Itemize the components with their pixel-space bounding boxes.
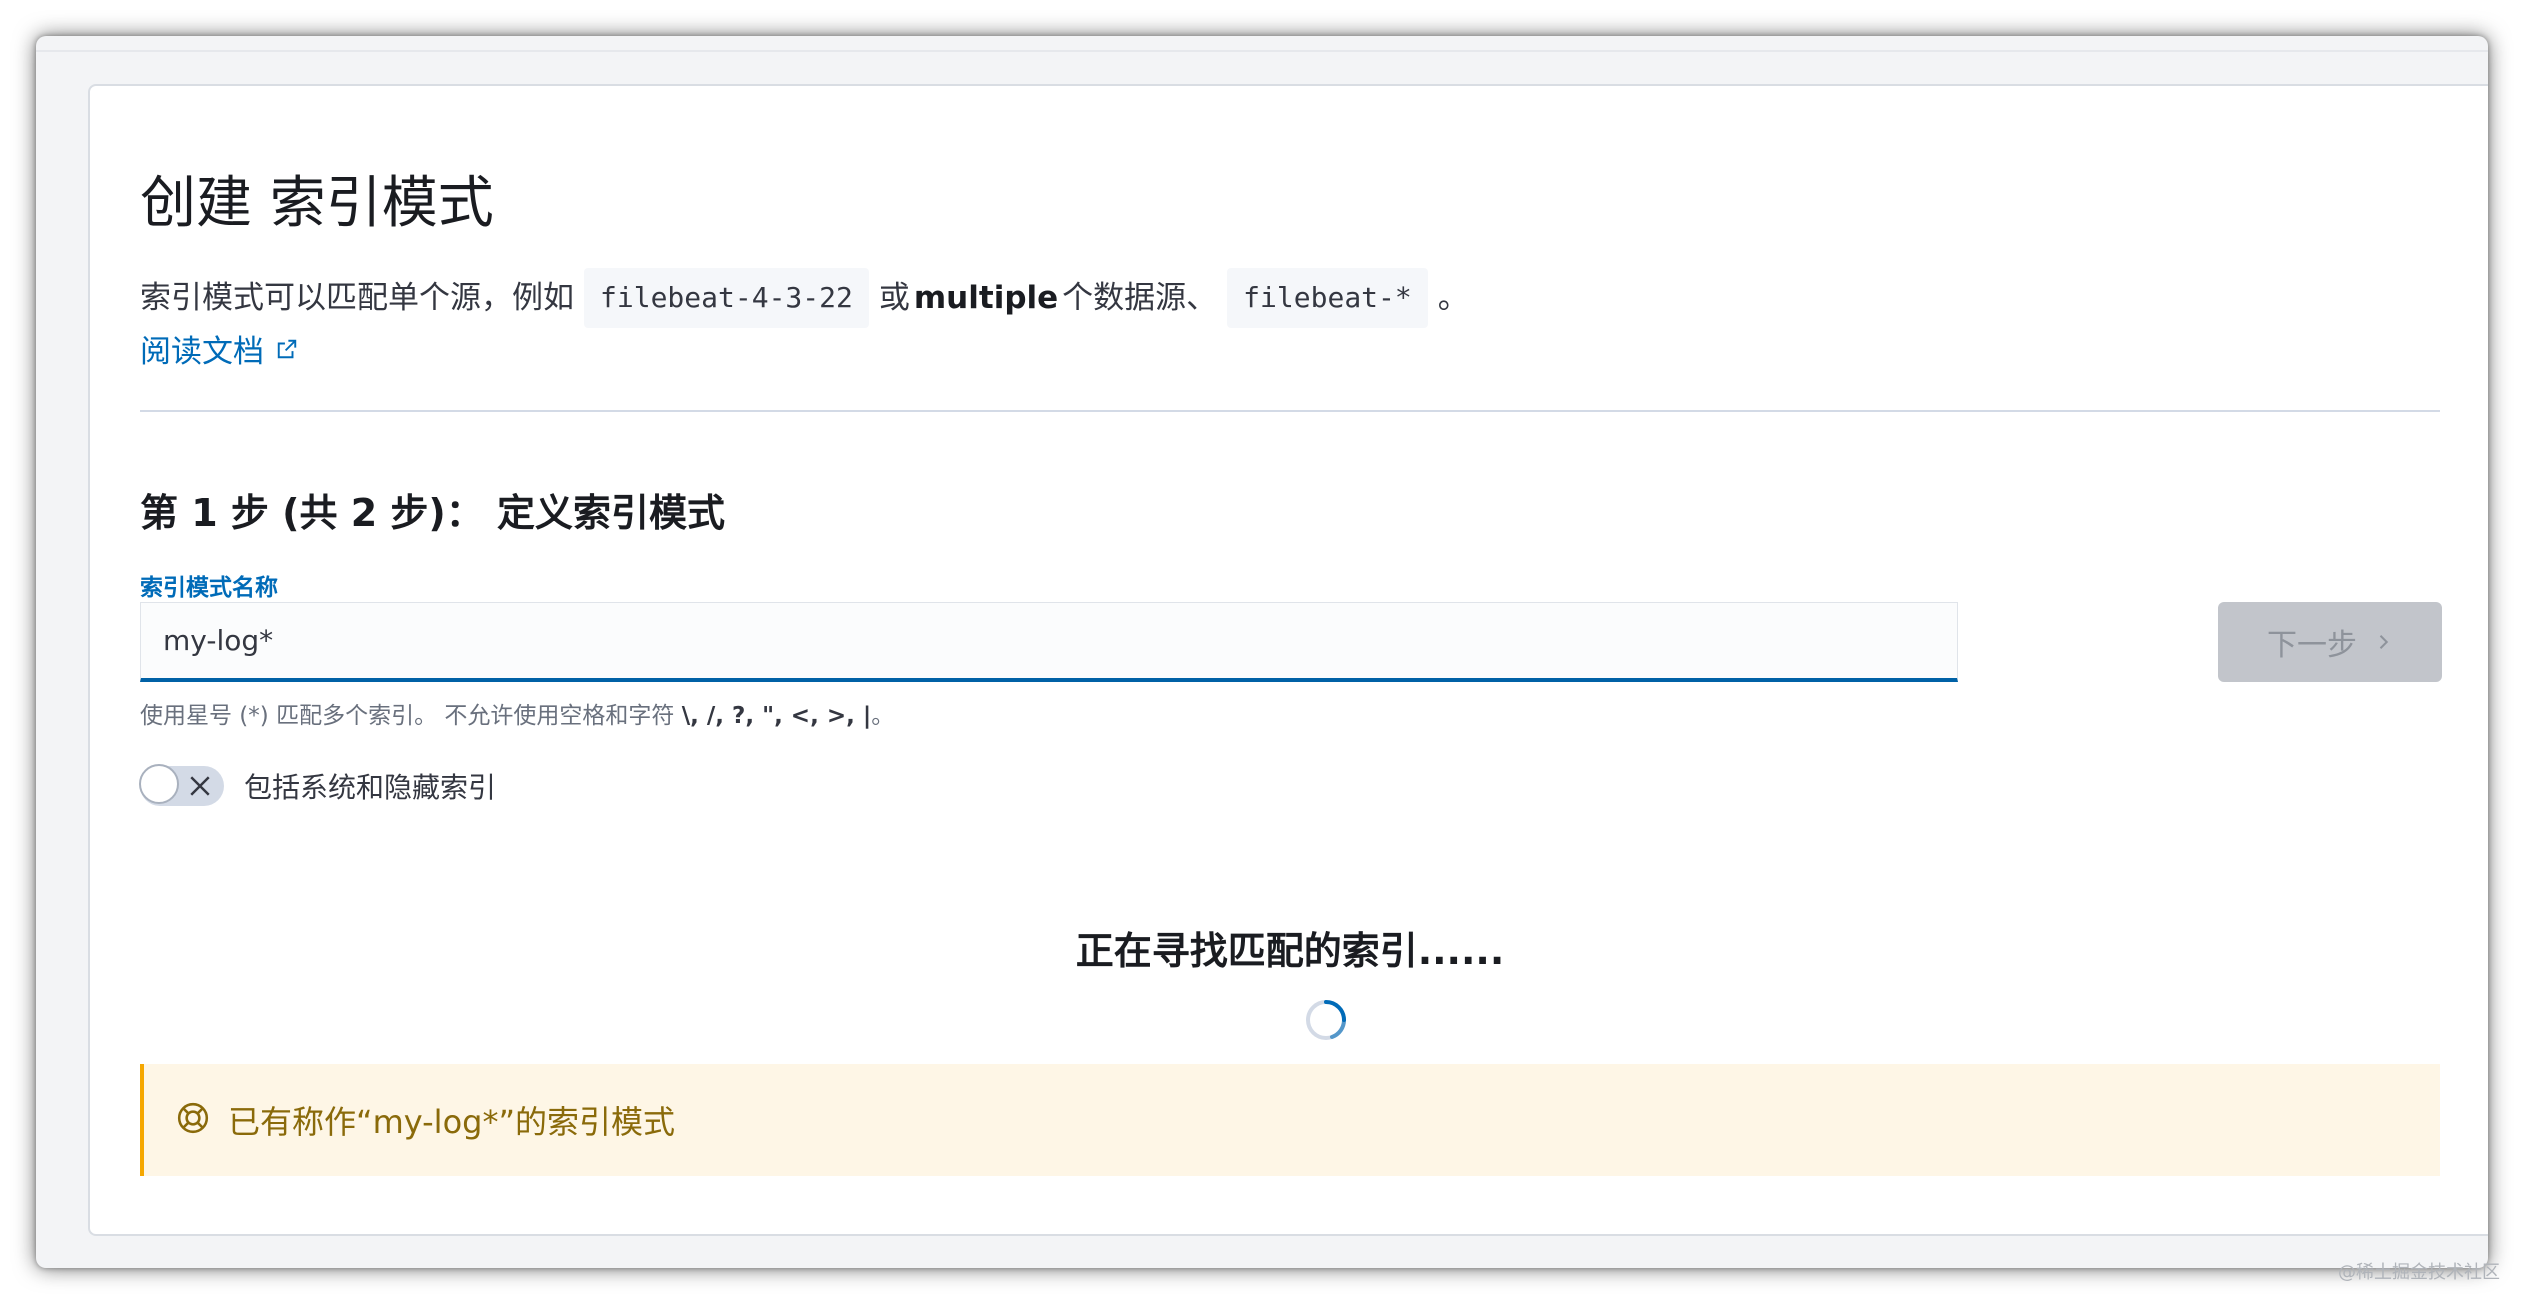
section-divider [140,410,2440,412]
description-suffix: 。 [1437,280,1469,316]
page-description: 索引模式可以匹配单个源，例如 filebeat-4-3-22 或 multipl… [140,268,1469,328]
next-step-button[interactable]: 下一步 [2218,602,2442,682]
description-prefix: 索引模式可以匹配单个源，例如 [140,280,574,316]
create-index-pattern-panel: 创建 索引模式 索引模式可以匹配单个源，例如 filebeat-4-3-22 或… [88,84,2488,1236]
searching-indices-text: 正在寻找匹配的索引...... [1075,929,1505,973]
switch-knob [139,764,179,804]
external-link-icon [276,338,298,360]
help-prefix: 使用星号 (*) 匹配多个索引。 不允许使用空格和字符 [140,703,675,729]
read-docs-label: 阅读文档 [140,334,264,370]
example-multiple-sources: filebeat-* [1227,268,1428,328]
top-divider [36,50,2488,52]
index-pattern-help-text: 使用星号 (*) 匹配多个索引。 不允许使用空格和字符 \, /, ?, ", … [140,696,894,730]
chevron-right-icon [2373,625,2393,660]
help-suffix: 。 [871,703,895,729]
index-pattern-name-label: 索引模式名称 [140,575,278,601]
read-docs-link[interactable]: 阅读文档 [140,326,298,371]
watermark: @稀土掘金技术社区 [2338,1262,2500,1283]
description-multiple: multiple [913,280,1059,316]
page-title: 创建 索引模式 [140,171,494,236]
existing-pattern-warning-callout: 已有称作“my-log*”的索引模式 [140,1064,2440,1176]
description-or: 或 [878,280,910,316]
include-hidden-label: 包括系统和隐藏索引 [244,771,497,804]
help-forbidden-chars: \, /, ?, ", <, >, | [681,703,872,729]
example-single-source: filebeat-4-3-22 [584,268,869,328]
app-window: 创建 索引模式 索引模式可以匹配单个源，例如 filebeat-4-3-22 或… [36,36,2488,1268]
include-hidden-toggle-row: 包括系统和隐藏索引 [139,764,497,806]
step-title: 第 1 步 (共 2 步)： 定义索引模式 [140,491,725,535]
next-step-label: 下一步 [2267,628,2357,663]
include-hidden-switch[interactable] [139,764,224,806]
index-pattern-name-input[interactable] [140,602,1958,682]
callout-title: 已有称作“my-log*”的索引模式 [228,1103,676,1141]
loading-spinner-icon [1306,1000,1347,1040]
help-icon [176,1101,210,1139]
description-middle: 个数据源、 [1062,280,1218,316]
close-icon [190,776,210,796]
